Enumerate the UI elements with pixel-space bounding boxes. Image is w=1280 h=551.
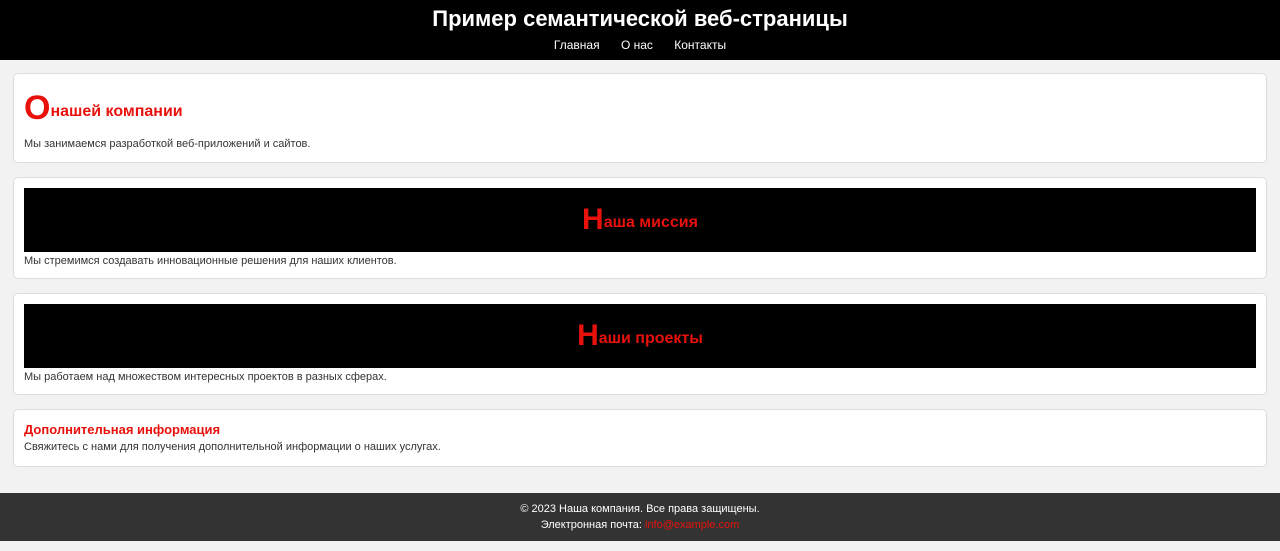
projects-banner: Наши проекты [24, 304, 1256, 368]
projects-text: Мы работаем над множеством интересных пр… [24, 371, 387, 383]
projects-heading-text: аши проекты [598, 330, 703, 347]
extra-info-section: Дополнительная информация Свяжитесь с на… [13, 409, 1267, 467]
nav-link-home[interactable]: Главная [554, 38, 600, 52]
email-link[interactable]: info@example.com [645, 519, 739, 531]
about-heading-initial: О [24, 89, 51, 127]
mission-heading: Наша миссия [582, 203, 698, 240]
projects-section: Наши проекты Мы работаем над множеством … [13, 293, 1267, 395]
mission-banner: Наша миссия [24, 188, 1256, 252]
email-label: Электронная почта: [540, 519, 645, 531]
main-content: Онашей компании Мы занимаемся разработко… [0, 60, 1280, 467]
about-text: Мы занимаемся разработкой веб-приложений… [24, 138, 311, 150]
page-title: Пример семантической веб-страницы [432, 6, 848, 31]
projects-heading-initial: Н [577, 319, 599, 352]
projects-heading: Наши проекты [577, 319, 703, 356]
copyright-text: © 2023 Наша компания. Все права защищены… [520, 503, 760, 515]
extra-info-text: Свяжитесь с нами для получения дополните… [24, 441, 441, 453]
mission-heading-text: аша миссия [603, 214, 698, 231]
about-section: Онашей компании Мы занимаемся разработко… [13, 73, 1267, 163]
site-header: Пример семантической веб-страницы Главна… [0, 0, 1280, 60]
about-heading: Онашей компании [24, 90, 1256, 130]
nav-link-contacts[interactable]: Контакты [674, 38, 726, 52]
mission-section: Наша миссия Мы стремимся создавать иннов… [13, 177, 1267, 279]
main-nav: Главная О нас Контакты [0, 38, 1280, 52]
about-heading-text: нашей компании [50, 103, 183, 120]
site-footer: © 2023 Наша компания. Все права защищены… [0, 493, 1280, 541]
contact-line: Электронная почта: info@example.com [0, 517, 1280, 533]
extra-info-heading: Дополнительная информация [24, 422, 221, 437]
nav-link-about[interactable]: О нас [621, 38, 653, 52]
mission-text: Мы стремимся создавать инновационные реш… [24, 255, 397, 267]
mission-heading-initial: Н [582, 203, 604, 236]
